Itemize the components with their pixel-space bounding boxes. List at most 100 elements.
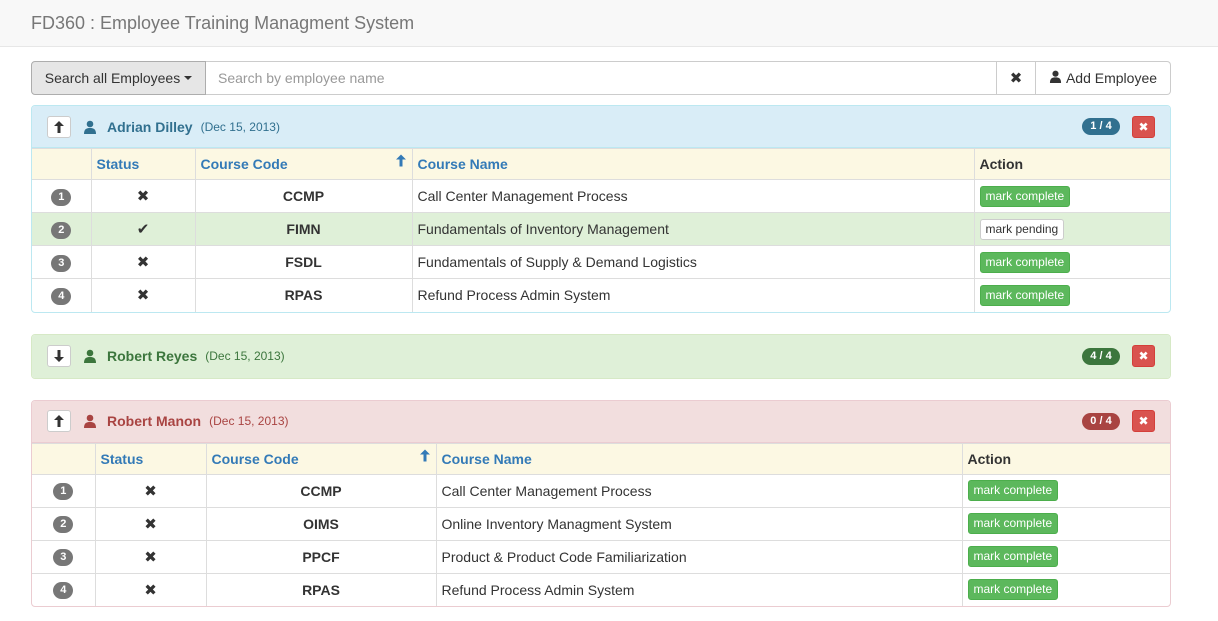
employee-panel-heading: Robert Reyes (Dec 15, 2013) 4 / 4 ✖ [32,334,1170,378]
mark-complete-button[interactable]: mark complete [967,480,1059,501]
header-course-code-label: Course Code [200,156,288,172]
header-course-name[interactable]: Course Name [435,442,963,475]
search-scope-label: Search all Employees [44,70,181,86]
table-header-row: Status Course Code Course Name Action [32,442,1170,475]
header-number [32,148,92,180]
employee-name: Robert Reyes [107,348,198,364]
delete-employee-button[interactable]: ✖ [1132,115,1155,138]
course-name: Product & Product Code Familiarization [435,539,963,574]
mark-complete-button[interactable]: mark complete [967,546,1059,567]
course-name: Fundamentals of Supply & Demand Logistic… [411,245,975,279]
employee-panel: Adrian Dilley (Dec 15, 2013) 1 / 4 ✖ Sta… [31,105,1171,313]
sort-up-icon [395,154,406,170]
course-table: Status Course Code Course Name Action 1 … [32,148,1170,312]
table-row: 4 ✖ RPAS Refund Process Admin System mar… [32,572,1170,606]
status-cross-icon: ✖ [94,506,207,541]
close-icon: ✖ [1138,119,1149,134]
app-title[interactable]: FD360 : Employee Training Managment Syst… [31,13,414,34]
course-code: PPCF [205,539,437,574]
course-code: CCMP [194,179,413,213]
course-table: Status Course Code Course Name Action 1 … [32,442,1170,606]
row-number-badge: 4 [51,287,72,305]
mark-pending-button[interactable]: mark pending [979,218,1065,240]
header-action: Action [973,148,1170,180]
mark-complete-button[interactable]: mark complete [967,513,1059,534]
employee-date: (Dec 15, 2013) [209,414,289,428]
caret-down-icon [184,76,193,80]
status-cross-icon: ✖ [94,572,207,606]
add-employee-button[interactable]: Add Employee [1036,61,1171,95]
progress-badge: 0 / 4 [1082,412,1120,430]
clear-search-button[interactable]: ✖ [997,61,1036,95]
mark-complete-button[interactable]: mark complete [979,185,1071,207]
table-row: 4 ✖ RPAS Refund Process Admin System mar… [32,278,1170,312]
status-cross-icon: ✖ [90,245,196,279]
employee-panel-heading: Adrian Dilley (Dec 15, 2013) 1 / 4 ✖ [32,106,1170,148]
course-name: Call Center Management Process [411,179,975,213]
course-code: CCMP [205,473,437,508]
user-icon [83,120,97,134]
mark-complete-button[interactable]: mark complete [979,284,1071,306]
course-name: Online Inventory Managment System [435,506,963,541]
expand-button[interactable] [47,345,71,367]
header-action: Action [961,442,1170,475]
search-scope-dropdown[interactable]: Search all Employees [31,61,206,95]
progress-badge: 4 / 4 [1082,347,1120,365]
close-icon: ✖ [1009,70,1023,87]
row-number-badge: 1 [51,188,72,206]
delete-employee-button[interactable]: ✖ [1132,345,1155,367]
header-status[interactable]: Status [90,148,196,180]
table-row: 1 ✖ CCMP Call Center Management Process … [32,179,1170,213]
course-code: RPAS [205,572,437,606]
row-number-badge: 3 [51,254,72,272]
header-course-code[interactable]: Course Code [194,148,413,180]
table-row: 3 ✖ PPCF Product & Product Code Familiar… [32,539,1170,574]
arrow-down-icon [54,350,64,362]
row-number-badge: 1 [53,483,74,500]
header-course-code[interactable]: Course Code [205,442,437,475]
course-name: Refund Process Admin System [411,278,975,312]
collapse-button[interactable] [47,410,71,432]
table-header-row: Status Course Code Course Name Action [32,148,1170,180]
header-course-code-label: Course Code [211,450,299,467]
arrow-up-icon [54,415,64,427]
sort-up-icon [419,449,430,465]
close-icon: ✖ [1138,414,1149,428]
course-code: FIMN [194,212,413,246]
table-row: 2 ✖ OIMS Online Inventory Managment Syst… [32,506,1170,541]
progress-badge: 1 / 4 [1082,118,1120,135]
table-row: 1 ✖ CCMP Call Center Management Process … [32,473,1170,508]
search-bar: Search all Employees ✖ Add Employee [31,61,1171,95]
employee-date: (Dec 15, 2013) [200,119,280,134]
row-number-badge: 2 [53,516,74,533]
mark-complete-button[interactable]: mark complete [979,251,1071,273]
user-icon [83,414,97,428]
status-cross-icon: ✖ [90,179,196,213]
collapse-button[interactable] [47,115,71,138]
row-number-badge: 3 [53,549,74,566]
mark-complete-button[interactable]: mark complete [967,579,1059,601]
main-container: Search all Employees ✖ Add Employee Adri… [31,61,1171,607]
header-status[interactable]: Status [94,442,207,475]
user-icon [83,349,97,363]
search-input[interactable] [206,61,997,95]
row-number-badge: 4 [53,582,74,600]
course-code: FSDL [194,245,413,279]
employee-panel-heading: Robert Manon (Dec 15, 2013) 0 / 4 ✖ [32,400,1170,443]
status-cross-icon: ✖ [90,278,196,312]
header-number [32,442,96,475]
header-course-name[interactable]: Course Name [411,148,975,180]
navbar: FD360 : Employee Training Managment Syst… [0,0,1218,47]
status-check-icon: ✔ [90,212,196,246]
course-name: Fundamentals of Inventory Management [411,212,975,246]
add-employee-label: Add Employee [1065,70,1158,86]
course-code: RPAS [194,278,413,312]
employee-panel: Robert Manon (Dec 15, 2013) 0 / 4 ✖ Stat… [31,399,1171,607]
delete-employee-button[interactable]: ✖ [1132,410,1155,432]
employee-panel: Robert Reyes (Dec 15, 2013) 4 / 4 ✖ [31,333,1171,379]
row-number-badge: 2 [51,221,72,239]
course-name: Refund Process Admin System [435,572,963,606]
course-code: OIMS [205,506,437,541]
employee-name: Adrian Dilley [107,118,193,135]
close-icon: ✖ [1138,349,1149,363]
